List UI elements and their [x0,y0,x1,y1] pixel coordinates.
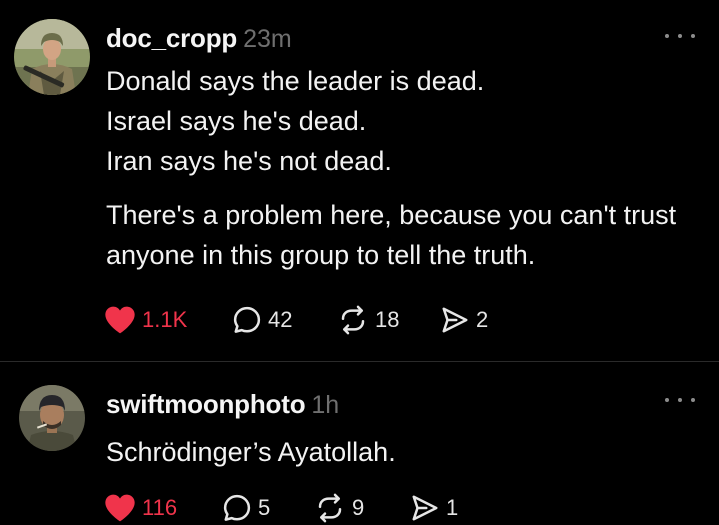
like-button[interactable]: 1.1K [104,304,187,336]
avatar-soldier-icon [14,19,90,95]
repost-count: 9 [352,495,365,520]
post-text-line: Iran says he's not dead. [106,146,392,176]
share-button[interactable]: 2 [440,304,488,336]
like-count: 1.1K [142,307,188,332]
share-count: 1 [446,495,459,520]
timestamp[interactable]: 23m [243,25,292,54]
post-text-line: Donald says the leader is dead. [106,66,485,96]
send-icon [442,307,468,333]
username[interactable]: swiftmoonphoto [106,389,306,420]
comment-count: 42 [268,307,293,332]
more-options-icon[interactable] [665,31,695,41]
post-text: Donald says the leader is dead. Israel s… [106,61,706,275]
avatar-man-beanie-icon [19,385,85,451]
post-header: swiftmoonphoto 1h [106,389,339,420]
post-actions: 1.1K 42 18 2 [104,304,604,336]
post-text-line: Israel says he's dead. [106,106,367,136]
comment-button[interactable]: 42 [232,304,292,336]
post: swiftmoonphoto 1h Schrödinger’s Ayatolla… [0,362,719,525]
avatar[interactable] [14,19,90,95]
comment-button[interactable]: 5 [222,492,270,524]
comment-icon [233,306,261,333]
like-button[interactable]: 116 [104,492,177,524]
heart-filled-icon [105,494,135,522]
post-header: doc_cropp 23m [106,23,292,54]
post-text-line: Schrödinger’s Ayatollah. [106,437,396,467]
post: doc_cropp 23m Donald says the leader is … [0,0,719,362]
repost-button[interactable]: 18 [337,304,399,336]
send-icon [412,495,438,521]
repost-button[interactable]: 9 [314,492,364,524]
more-options-icon[interactable] [665,395,695,405]
share-count: 2 [476,307,489,332]
repost-count: 18 [375,307,400,332]
post-text-line: There's a problem here, because you can'… [106,200,677,230]
post-actions: 116 5 9 1 [104,492,604,524]
post-text-line: anyone in this group to tell the truth. [106,240,536,270]
avatar[interactable] [19,385,85,451]
heart-filled-icon [105,306,135,334]
post-text: Schrödinger’s Ayatollah. [106,432,706,472]
like-count: 116 [142,495,178,520]
repost-icon [341,305,365,335]
timestamp[interactable]: 1h [311,391,339,420]
comment-count: 5 [258,495,271,520]
username[interactable]: doc_cropp [106,23,237,54]
share-button[interactable]: 1 [410,492,458,524]
comment-icon [223,494,251,521]
repost-icon [318,493,342,523]
